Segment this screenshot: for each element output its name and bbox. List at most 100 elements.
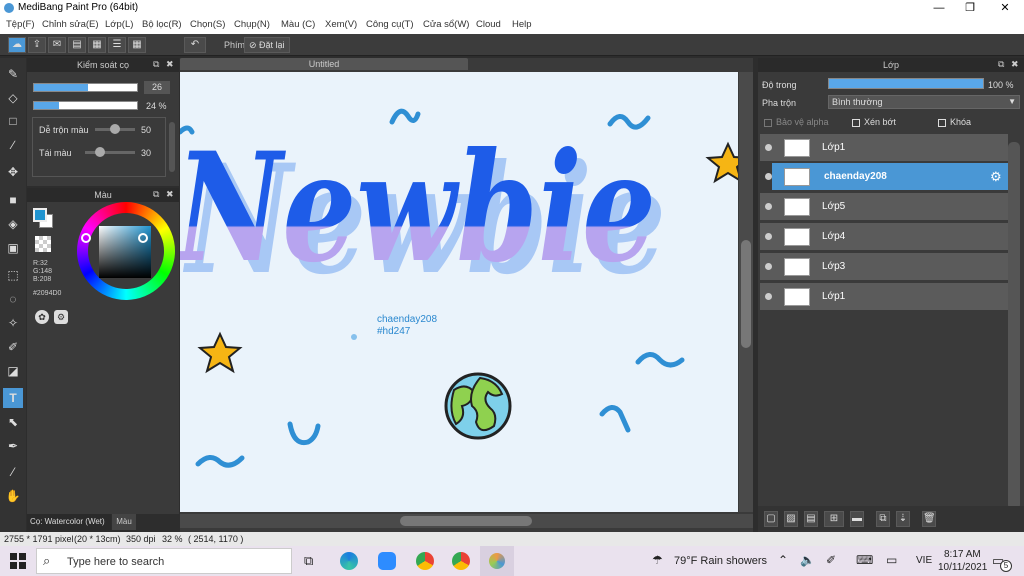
color-handle[interactable] (138, 233, 148, 243)
blend-knob[interactable] (110, 124, 120, 134)
protect-alpha-checkbox[interactable] (764, 119, 772, 127)
transparent-swatch[interactable] (35, 236, 51, 252)
layer-popout-icon[interactable]: ⧉ (998, 59, 1004, 70)
windows-start-icon[interactable] (10, 553, 26, 569)
color-settings-icon[interactable]: ⚙ (54, 310, 68, 324)
vertical-scrollbar[interactable] (739, 72, 753, 512)
primary-color-swatch[interactable] (33, 208, 47, 222)
merge-icon[interactable]: ⇣ (896, 511, 910, 527)
rectangle-icon[interactable]: □ (3, 111, 23, 131)
operation-icon[interactable]: ⬉ (3, 412, 23, 432)
menu-layer[interactable]: Lớp(L) (105, 19, 133, 30)
brush-size-slider[interactable] (33, 83, 138, 92)
menu-cloud[interactable]: Cloud (476, 19, 501, 30)
zoom-icon[interactable] (378, 552, 396, 570)
brush-icon[interactable]: ✎ (3, 64, 23, 84)
gear-icon[interactable]: ⚙ (990, 169, 1002, 185)
fill-rect-icon[interactable]: ■ (3, 190, 23, 210)
hue-handle[interactable] (81, 233, 91, 243)
list-icon[interactable]: ☰ (108, 37, 126, 53)
text-icon[interactable]: T (3, 388, 23, 408)
resample-track[interactable] (85, 151, 135, 154)
panel-close-icon[interactable]: ✖ (166, 59, 174, 70)
eraser-icon[interactable]: ◇ (3, 88, 23, 108)
undo-icon[interactable]: ↶ (184, 37, 206, 53)
menu-window[interactable]: Cửa sổ(W) (423, 19, 469, 30)
color-popout-icon[interactable]: ⧉ (153, 189, 159, 200)
popout-icon[interactable]: ⧉ (153, 59, 159, 70)
horizontal-scroll-thumb[interactable] (400, 516, 532, 526)
menu-view[interactable]: Xem(V) (325, 19, 357, 30)
dropper-icon[interactable]: ✒ (3, 436, 23, 456)
minimize-button[interactable]: — (924, 0, 954, 16)
select-eraser-icon[interactable]: ◪ (3, 361, 23, 381)
document-tab[interactable]: Untitled (180, 58, 468, 70)
eye-icon[interactable] (765, 173, 772, 180)
resample-knob[interactable] (95, 147, 105, 157)
keyboard-icon[interactable]: ⌨ (856, 553, 873, 567)
layer-blend-select[interactable]: Bình thường ▼ (828, 95, 1020, 109)
eye-icon[interactable] (765, 293, 772, 300)
magic-wand-icon[interactable]: ✧ (3, 313, 23, 333)
lasso-icon[interactable]: ◌ (3, 289, 23, 309)
new-halftone-layer-icon[interactable]: ▨ (784, 511, 798, 527)
horizontal-scrollbar[interactable] (180, 514, 753, 528)
task-view-icon[interactable]: ⧉ (304, 553, 313, 569)
brush-opacity-slider[interactable] (33, 101, 138, 110)
eye-icon[interactable] (765, 233, 772, 240)
layer-row-selected[interactable]: chaenday208 ⚙ (772, 163, 1008, 191)
menu-file[interactable]: Tệp(F) (6, 19, 35, 30)
menu-tools[interactable]: Công cụ(T) (366, 19, 414, 30)
move-icon[interactable]: ✥ (3, 162, 23, 182)
gradient-icon[interactable]: ▣ (3, 238, 23, 258)
color-tab[interactable]: Màu (112, 514, 136, 530)
eyedropper-icon[interactable]: ⁄ (3, 462, 23, 482)
folder-icon[interactable]: ▬ (850, 511, 864, 527)
clock-time[interactable]: 8:17 AM (944, 549, 981, 560)
new-8bit-layer-icon[interactable]: ▤ (804, 511, 818, 527)
layer-scrollbar[interactable] (1008, 142, 1020, 510)
delete-layer-icon[interactable]: 🗑 (922, 511, 936, 527)
weather-text[interactable]: 79°F Rain showers (674, 555, 767, 567)
add-layer-menu-icon[interactable]: ⊞ (824, 511, 844, 527)
eye-icon[interactable] (765, 203, 772, 210)
maximize-button[interactable]: ❐ (955, 0, 985, 16)
language-indicator[interactable]: VIE (916, 555, 932, 566)
line-icon[interactable]: ∕ (3, 135, 23, 155)
chrome-icon[interactable] (416, 552, 434, 570)
select-rect-icon[interactable]: ⬚ (3, 265, 23, 285)
layer-row[interactable]: Lớp4 (760, 223, 1008, 251)
palette-icon[interactable]: ✿ (35, 310, 49, 324)
reset-button[interactable]: ⊘ Đặt lại (244, 37, 290, 53)
clock-date[interactable]: 10/11/2021 (938, 562, 987, 573)
brush-panel-scrollbar[interactable] (169, 122, 175, 172)
new-layer-icon[interactable]: ▢ (764, 511, 778, 527)
brush-size-value[interactable]: 26 (144, 81, 170, 94)
vertical-scroll-thumb[interactable] (741, 240, 751, 348)
layer-opacity-slider[interactable] (828, 78, 984, 89)
menu-color[interactable]: Màu (C) (281, 19, 315, 30)
speaker-icon[interactable]: 🔈 (800, 553, 815, 567)
menu-edit[interactable]: Chỉnh sửa(E) (42, 19, 99, 30)
comment-icon[interactable]: ✉ (48, 37, 66, 53)
cloud-icon[interactable]: ☁ (8, 37, 26, 53)
edge-icon[interactable] (340, 552, 358, 570)
bucket-icon[interactable]: ◈ (3, 214, 23, 234)
color-close-icon[interactable]: ✖ (166, 189, 174, 200)
menu-capture[interactable]: Chụp(N) (234, 19, 270, 30)
menu-help[interactable]: Help (512, 19, 532, 30)
close-button[interactable]: ✕ (990, 0, 1020, 16)
layer-row[interactable]: Lớp5 (760, 193, 1008, 221)
select-pen-icon[interactable]: ✐ (3, 337, 23, 357)
document-icon[interactable]: ▦ (88, 37, 106, 53)
clip-checkbox[interactable] (852, 119, 860, 127)
eye-icon[interactable] (765, 144, 772, 151)
grid-icon[interactable]: ▦ (128, 37, 146, 53)
chrome-icon-2[interactable] (452, 552, 470, 570)
layer-row[interactable]: Lớp3 (760, 253, 1008, 281)
pen-icon[interactable]: ✐ (826, 553, 836, 567)
layer-row[interactable]: Lớp1 (760, 134, 1008, 162)
brush-tab[interactable]: Cọ: Watercolor (Wet) (27, 514, 111, 530)
share-icon[interactable]: ⇪ (28, 37, 46, 53)
menu-filter[interactable]: Bộ lọc(R) (142, 19, 182, 30)
